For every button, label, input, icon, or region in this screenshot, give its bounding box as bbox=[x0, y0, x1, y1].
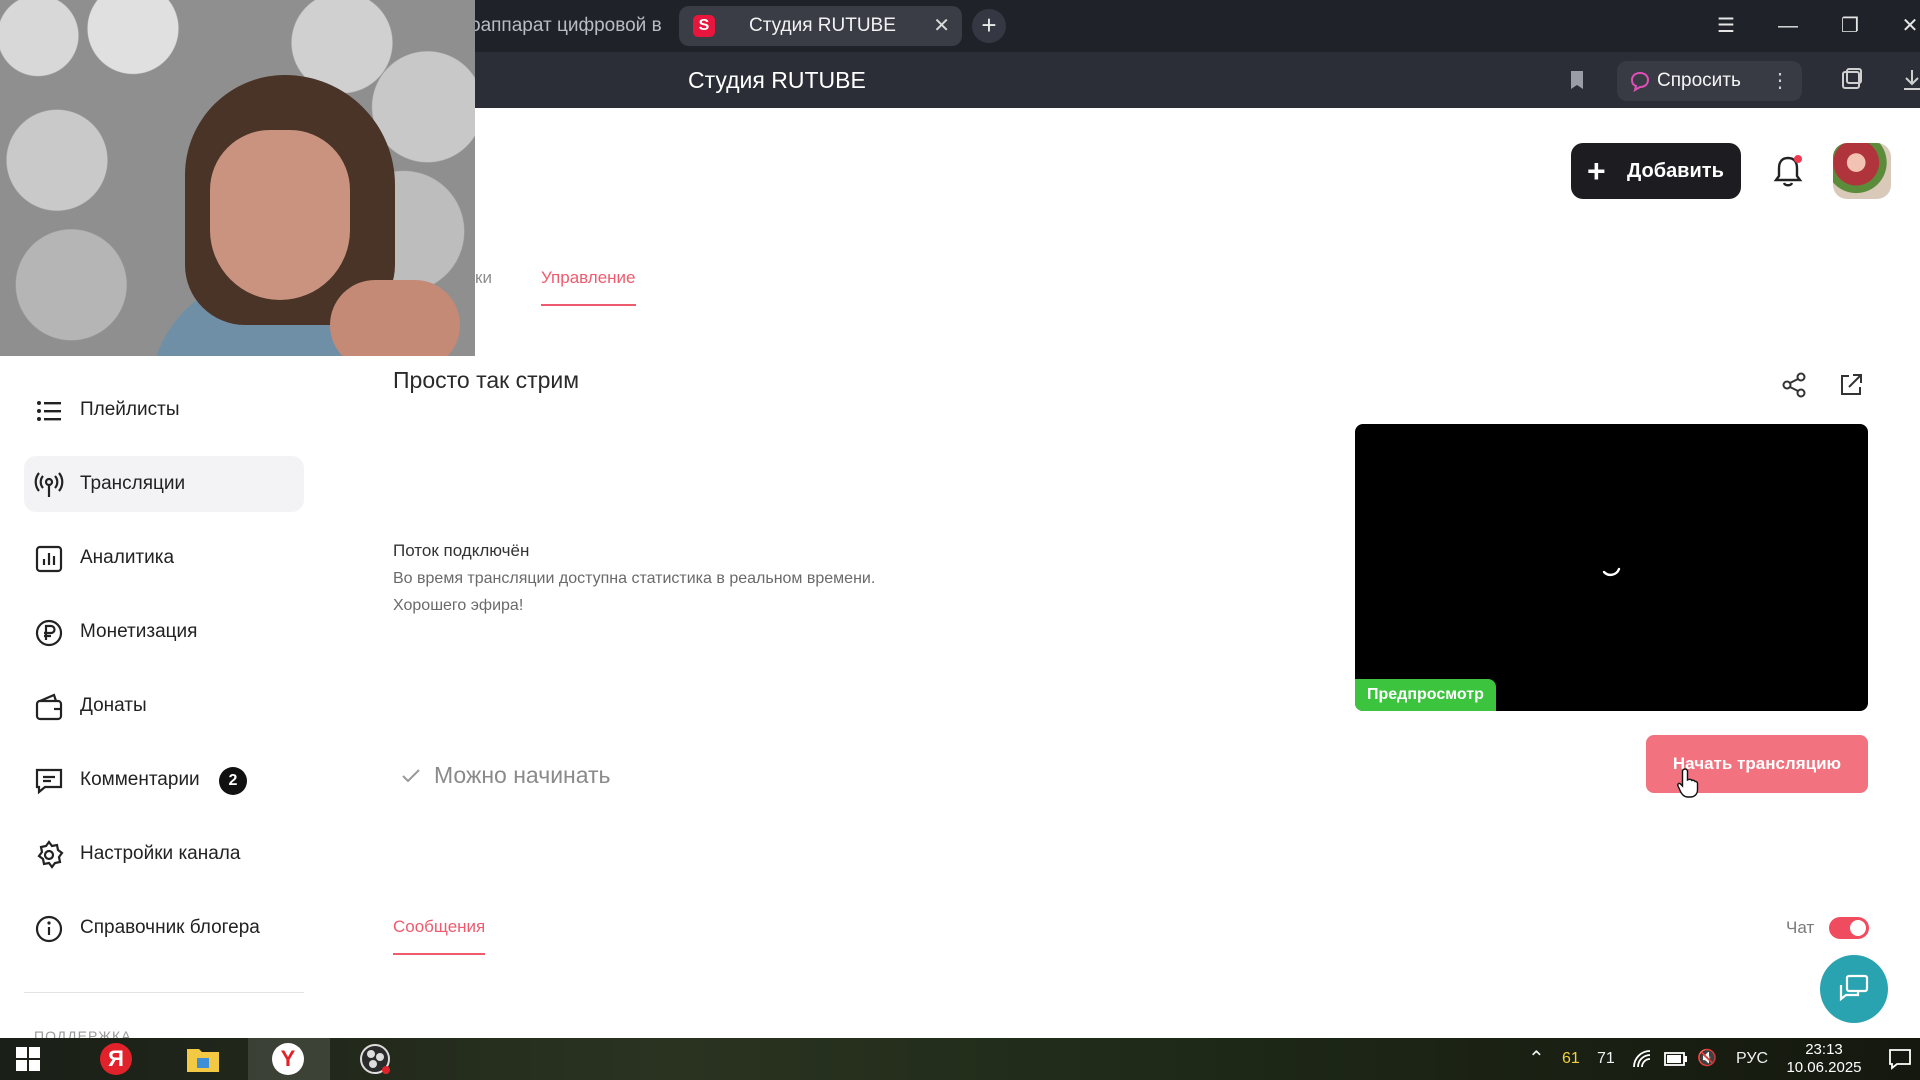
taskbar-yandex-app[interactable]: Я bbox=[84, 1038, 146, 1080]
add-button[interactable]: + Добавить bbox=[1571, 143, 1741, 199]
windows-taskbar: Я Y ⌃ 61 71 🔇 РУС 23:13 10.06.2025 bbox=[0, 1038, 1920, 1080]
sidebar-item-label: Комментарии bbox=[80, 769, 200, 790]
tray-value-1: 61 bbox=[1562, 1050, 1580, 1067]
chat-toggle-label: Чат bbox=[1786, 918, 1815, 937]
sidebar-item-label: Трансляции bbox=[80, 473, 186, 494]
sidebar-item-blogger-guide[interactable]: Справочник блогера bbox=[24, 900, 304, 956]
comments-count-badge: 2 bbox=[219, 767, 247, 795]
ask-button[interactable]: Спросить ⋮ bbox=[1617, 61, 1802, 101]
tab-close-icon[interactable]: ✕ bbox=[933, 6, 950, 46]
windows-start-icon[interactable] bbox=[16, 1047, 40, 1071]
tray-value-2: 71 bbox=[1597, 1050, 1615, 1067]
address-page-title[interactable]: Студия RUTUBE bbox=[688, 52, 866, 108]
ruble-icon bbox=[35, 619, 63, 647]
sidebar-divider bbox=[24, 992, 304, 993]
ready-status: Можно начинать bbox=[434, 762, 611, 788]
add-button-label: Добавить bbox=[1627, 160, 1724, 182]
collections-icon[interactable] bbox=[1838, 66, 1866, 94]
obs-icon bbox=[360, 1044, 390, 1074]
comment-icon bbox=[35, 768, 63, 795]
taskbar-yandex-browser[interactable]: Y bbox=[248, 1038, 330, 1080]
browser-menu-icon[interactable]: ☰ bbox=[1706, 0, 1746, 52]
broadcast-icon bbox=[34, 472, 64, 497]
sidebar-item-label: Справочник блогера bbox=[80, 917, 260, 938]
chat-toggle-knob bbox=[1850, 920, 1866, 936]
support-chat-button[interactable] bbox=[1820, 955, 1888, 1023]
close-window-button[interactable]: ✕ bbox=[1890, 0, 1920, 52]
notification-center-icon[interactable] bbox=[1888, 1048, 1912, 1070]
stream-status-heading: Поток подключён bbox=[393, 541, 530, 560]
sidebar-item-playlists[interactable]: Плейлисты bbox=[24, 382, 304, 438]
battery-icon[interactable] bbox=[1664, 1050, 1688, 1068]
network-icon[interactable] bbox=[1632, 1049, 1652, 1069]
taskbar-file-explorer[interactable] bbox=[172, 1038, 234, 1080]
open-external-icon[interactable] bbox=[1836, 370, 1866, 400]
list-icon bbox=[37, 401, 61, 421]
stream-title: Просто так стрим bbox=[393, 367, 580, 393]
sidebar-item-label: Плейлисты bbox=[80, 399, 180, 420]
chat-toggle[interactable] bbox=[1829, 917, 1869, 939]
minimize-button[interactable]: — bbox=[1768, 0, 1808, 52]
stream-status-line: Во время трансляции доступна статистика … bbox=[393, 570, 876, 587]
yandex-browser-icon: Y bbox=[272, 1043, 304, 1075]
webcam-person-face bbox=[210, 130, 350, 300]
rutube-favicon-icon: S bbox=[693, 15, 715, 37]
ask-more-icon[interactable]: ⋮ bbox=[1770, 61, 1790, 101]
folder-icon bbox=[187, 1049, 219, 1072]
tab-title: Студия RUTUBE bbox=[749, 15, 896, 36]
sidebar-item-label: Настройки канала bbox=[80, 843, 241, 864]
check-icon bbox=[402, 769, 420, 783]
tab-previous-partial[interactable]: ки bbox=[475, 268, 492, 288]
sidebar-item-channel-settings[interactable]: Настройки канала bbox=[24, 826, 304, 882]
volume-muted-icon[interactable]: 🔇 bbox=[1697, 1038, 1717, 1080]
user-avatar[interactable] bbox=[1833, 143, 1891, 199]
taskbar-obs-app[interactable] bbox=[344, 1038, 406, 1080]
loading-spinner-icon bbox=[1602, 567, 1621, 577]
new-tab-button[interactable]: + bbox=[972, 9, 1006, 43]
sidebar-item-donations[interactable]: Донаты bbox=[24, 678, 304, 734]
sidebar-item-monetization[interactable]: Монетизация bbox=[24, 604, 304, 660]
webcam-overlay bbox=[0, 0, 475, 356]
info-icon bbox=[35, 915, 63, 943]
ask-assistant-icon bbox=[1630, 71, 1650, 92]
preview-badge: Предпросмотр bbox=[1355, 679, 1496, 711]
clock-date: 10.06.2025 bbox=[1786, 1059, 1862, 1076]
gear-icon bbox=[37, 840, 64, 869]
browser-tab-active[interactable]: S Студия RUTUBE ✕ bbox=[679, 6, 962, 46]
hand-cursor-icon bbox=[1677, 768, 1699, 798]
wallet-icon bbox=[35, 693, 63, 721]
tab-management[interactable]: Управление bbox=[541, 268, 636, 306]
sidebar-item-label: Донаты bbox=[80, 695, 147, 716]
sidebar-item-label: Монетизация bbox=[80, 621, 198, 642]
sidebar-item-comments[interactable]: Комментарии 2 bbox=[24, 752, 304, 808]
tab-messages[interactable]: Сообщения bbox=[393, 917, 486, 955]
restore-button[interactable]: ❐ bbox=[1830, 0, 1870, 52]
plus-icon: + bbox=[1587, 153, 1606, 189]
stream-status-line: Хорошего эфира! bbox=[393, 597, 524, 614]
system-clock[interactable]: 23:13 10.06.2025 bbox=[1784, 1041, 1864, 1077]
clock-time: 23:13 bbox=[1805, 1041, 1843, 1058]
language-indicator[interactable]: РУС bbox=[1736, 1038, 1768, 1080]
yandex-icon: Я bbox=[100, 1043, 132, 1075]
support-chat-icon bbox=[1839, 974, 1869, 1002]
notification-bell-icon[interactable] bbox=[1771, 153, 1805, 189]
stream-preview: Предпросмотр bbox=[1355, 424, 1868, 711]
analytics-icon bbox=[35, 545, 63, 573]
sidebar-item-broadcasts[interactable]: Трансляции bbox=[24, 456, 304, 512]
ask-label: Спросить bbox=[1657, 70, 1741, 91]
webcam-person-hand bbox=[330, 280, 460, 356]
download-icon[interactable] bbox=[1898, 66, 1920, 94]
sidebar-item-label: Аналитика bbox=[80, 547, 175, 568]
browser-tab-previous[interactable]: оаппарат цифровой в bbox=[470, 0, 670, 52]
tray-expand-icon[interactable]: ⌃ bbox=[1528, 1038, 1545, 1080]
share-icon[interactable] bbox=[1779, 370, 1809, 400]
bookmark-icon[interactable] bbox=[1565, 68, 1589, 92]
sidebar-item-analytics[interactable]: Аналитика bbox=[24, 530, 304, 586]
